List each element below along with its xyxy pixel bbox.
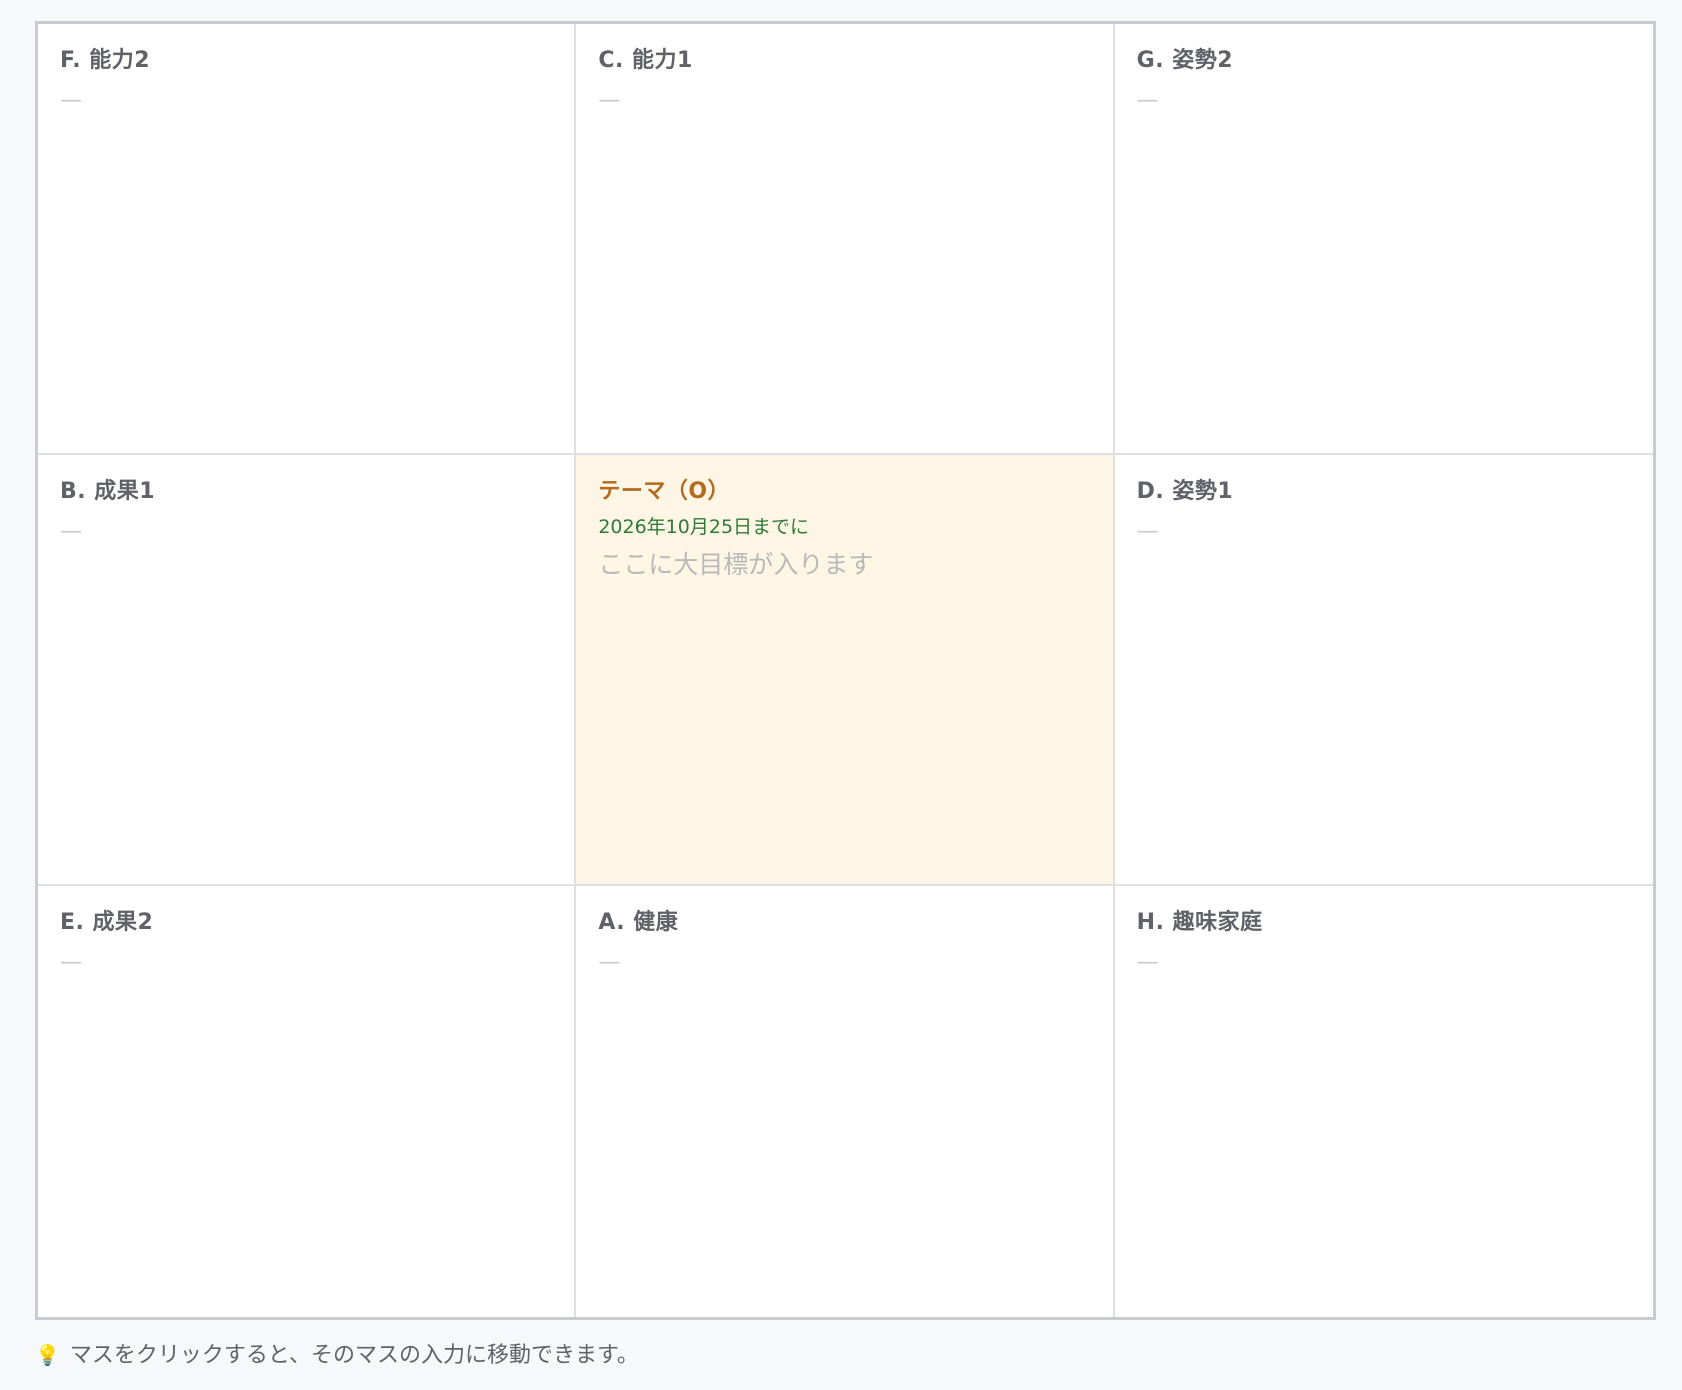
cell-g-title: G. 姿勢2: [1136, 48, 1234, 73]
cell-g-value: —: [1136, 88, 1159, 113]
cell-a[interactable]: A. 健康 —: [576, 886, 1115, 1317]
cell-theme[interactable]: テーマ（O） 2026年10月25日までに ここに大目標が入ります: [576, 455, 1115, 886]
hint-text-row: 💡 マスをクリックすると、そのマスの入力に移動できます。: [35, 1340, 639, 1371]
cell-e[interactable]: E. 成果2 —: [38, 886, 577, 1317]
hint-text: マスをクリックすると、そのマスの入力に移動できます。: [69, 1343, 639, 1368]
cell-f-value: —: [60, 88, 82, 113]
cell-h[interactable]: H. 趣味家庭 —: [1114, 886, 1653, 1317]
cell-e-title: E. 成果2: [60, 910, 154, 935]
theme-deadline: 2026年10月25日までに: [598, 516, 810, 538]
cell-d[interactable]: D. 姿勢1 —: [1114, 455, 1653, 886]
theme-goal-placeholder: ここに大目標が入ります: [598, 550, 874, 579]
cell-c[interactable]: C. 能力1 —: [576, 24, 1115, 455]
mandala-grid: F. 能力2 — C. 能力1 — G. 姿勢2 — B. 成果1 — テーマ（…: [35, 21, 1656, 1320]
cell-a-title: A. 健康: [598, 910, 679, 935]
cell-b-value: —: [60, 519, 82, 544]
cell-b[interactable]: B. 成果1 —: [38, 455, 577, 886]
cell-b-title: B. 成果1: [60, 479, 156, 504]
theme-title: テーマ（O）: [598, 479, 731, 504]
cell-d-title: D. 姿勢1: [1136, 479, 1234, 504]
cell-h-value: —: [1136, 950, 1159, 975]
cell-c-value: —: [598, 88, 621, 113]
lightbulb-icon: 💡: [35, 1343, 60, 1367]
cell-f[interactable]: F. 能力2 —: [38, 24, 577, 455]
cell-g[interactable]: G. 姿勢2 —: [1114, 24, 1653, 455]
cell-a-value: —: [598, 950, 621, 975]
cell-d-value: —: [1136, 519, 1159, 544]
cell-e-value: —: [60, 950, 82, 975]
cell-f-title: F. 能力2: [60, 48, 151, 73]
cell-c-title: C. 能力1: [598, 48, 693, 73]
cell-h-title: H. 趣味家庭: [1136, 910, 1263, 935]
